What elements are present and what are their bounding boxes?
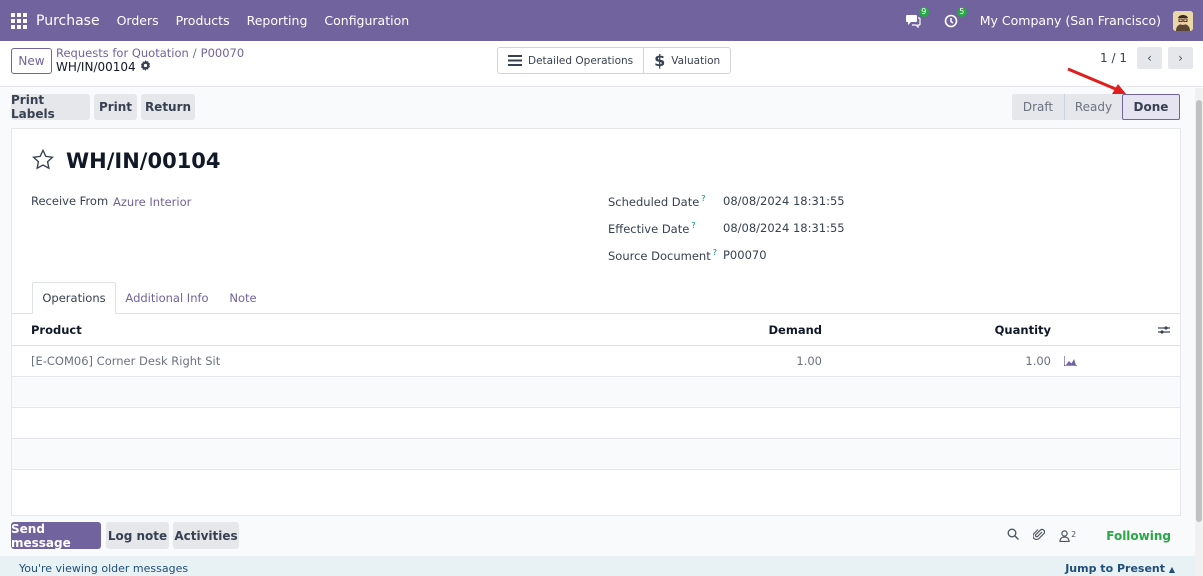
demand-cell: 1.00 [796,354,822,368]
table-header: Product Demand Quantity [12,314,1180,346]
jump-to-present-link[interactable]: Jump to Present ▲ [1065,562,1175,575]
operations-table: Product Demand Quantity [E-COM06] Corner… [12,314,1180,470]
table-row-empty [12,439,1180,470]
table-row-empty [12,408,1180,439]
source-document-label: Source Document? [608,248,717,263]
menu-item-products[interactable]: Products [176,13,230,28]
detailed-operations-label: Detailed Operations [528,54,634,67]
column-quantity[interactable]: Quantity [932,314,1051,345]
star-icon[interactable] [32,148,54,173]
paperclip-icon[interactable] [1032,528,1046,544]
status-draft[interactable]: Draft [1012,94,1064,120]
record-name: WH/IN/00104 [56,60,151,74]
scheduled-date-value[interactable]: 08/08/2024 18:31:55 [723,194,845,208]
effective-date-label: Effective Date? [608,221,696,236]
valuation-button[interactable]: $ Valuation [643,48,730,73]
print-button[interactable]: Print [94,94,137,120]
older-messages-bar: You're viewing older messages Jump to Pr… [0,556,1195,576]
product-cell[interactable]: [E-COM06] Corner Desk Right Sit [31,346,220,376]
detailed-operations-button[interactable]: Detailed Operations [498,48,643,73]
menu-item-configuration[interactable]: Configuration [324,13,409,28]
control-panel: New Requests for Quotation / P00070 WH/IN/… [0,41,1203,87]
avatar[interactable] [1173,10,1193,31]
tab-operations[interactable]: Operations [32,282,116,314]
company-switcher[interactable]: My Company (San Francisco) [980,13,1161,28]
list-icon [508,55,522,66]
effective-date-value[interactable]: 08/08/2024 18:31:55 [723,221,845,235]
action-bar: Print Labels Print Return Draft Ready Do… [0,88,1195,126]
pager-value[interactable]: 1 / 1 [1100,51,1127,65]
activities-badge: 5 [956,6,967,17]
print-labels-button[interactable]: Print Labels [11,93,90,121]
forecast-chart-icon[interactable] [1064,346,1077,376]
chevron-left-icon[interactable]: ‹ [1137,47,1162,69]
messages-icon[interactable]: 9 [904,6,929,30]
annotation-arrow [1067,67,1126,94]
table-row-empty [12,377,1180,408]
log-note-button[interactable]: Log note [106,522,169,549]
gear-icon[interactable] [140,60,151,74]
record-name-text: WH/IN/00104 [56,60,136,74]
scheduled-date-label: Scheduled Date? [608,194,706,209]
menu-item-orders[interactable]: Orders [117,13,159,28]
new-button[interactable]: New [11,48,52,74]
menu-item-reporting[interactable]: Reporting [247,13,308,28]
return-button[interactable]: Return [141,94,195,120]
messages-badge: 9 [918,6,929,17]
scrollbar-thumb[interactable] [1196,100,1202,522]
dollar-icon: $ [654,51,666,70]
apps-grid-icon[interactable] [11,12,27,29]
main-menu: Orders Products Reporting Configuration [117,13,410,28]
column-demand[interactable]: Demand [702,314,822,345]
app-name[interactable]: Purchase [36,13,100,29]
breadcrumb-po-link[interactable]: P00070 [201,46,245,60]
source-document-value[interactable]: P00070 [723,248,767,262]
receive-from-value[interactable]: Azure Interior [113,195,191,209]
followers-icon[interactable]: 2 [1059,530,1076,542]
title-row: WH/IN/00104 [32,148,221,173]
chatter-bar: Send message Log note Activities 2 Follo… [0,518,1195,554]
column-settings-icon[interactable] [1158,314,1170,345]
activities-clock-icon[interactable]: 5 [942,6,967,30]
activities-button[interactable]: Activities [173,522,239,549]
older-messages-text: You're viewing older messages [19,562,189,575]
form-tabs: Operations Additional Info Note [12,282,1180,314]
quantity-cell[interactable]: 1.00 [932,346,1051,376]
breadcrumb: Requests for Quotation / P00070 [56,46,245,60]
following-button[interactable]: Following [1106,529,1171,543]
chevron-right-icon[interactable]: › [1168,47,1193,69]
tab-additional-info[interactable]: Additional Info [120,282,214,314]
smart-buttons: Detailed Operations $ Valuation [497,47,732,74]
form-sheet: WH/IN/00104 Receive From Azure Interior … [11,128,1181,516]
chatter-tools: 2 Following [1007,522,1171,549]
search-icon[interactable] [1007,528,1020,543]
caret-up-icon: ▲ [1168,565,1175,574]
valuation-label: Valuation [671,54,721,67]
top-navbar: Purchase Orders Products Reporting Confi… [0,0,1203,41]
page-title: WH/IN/00104 [66,149,221,173]
followers-count: 2 [1071,529,1077,539]
breadcrumb-rfq-link[interactable]: Requests for Quotation [56,46,189,60]
column-product[interactable]: Product [31,314,82,345]
scrollbar[interactable] [1195,88,1203,576]
tab-note[interactable]: Note [218,282,268,314]
table-row[interactable]: [E-COM06] Corner Desk Right Sit 1.00 1.0… [12,346,1180,377]
receive-from-label: Receive From [31,194,109,208]
send-message-button[interactable]: Send message [11,522,101,550]
